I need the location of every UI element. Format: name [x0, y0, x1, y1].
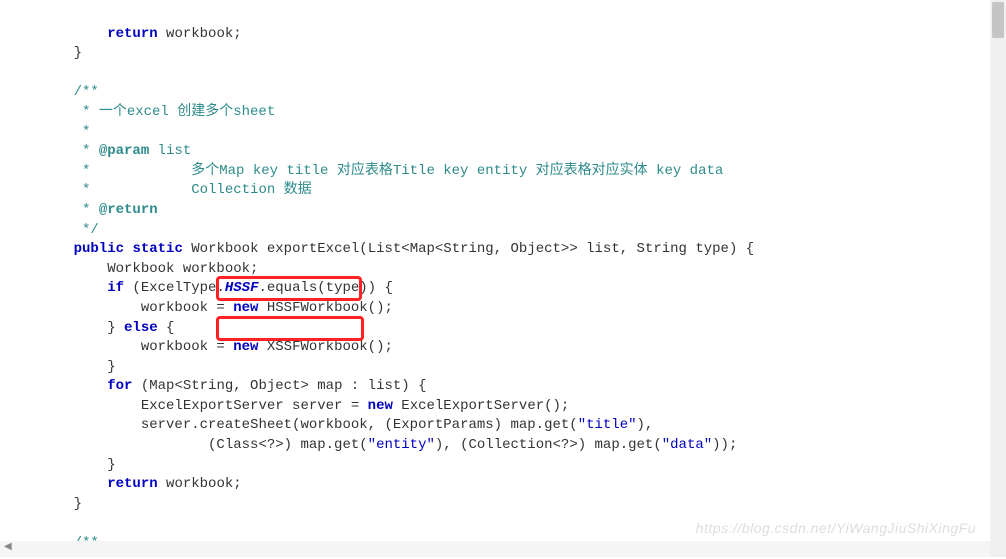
keyword-return: return	[107, 476, 157, 492]
code-line: } else {	[40, 320, 174, 336]
code-text: ),	[637, 417, 654, 433]
comment-text: *	[74, 124, 91, 140]
keyword-for: for	[107, 378, 132, 394]
code-line: (Class<?>) map.get("entity"), (Collectio…	[40, 437, 737, 453]
watermark-text: https://blog.csdn.net/YiWangJiuShiXingFu	[696, 519, 976, 539]
code-text: workbook;	[158, 476, 242, 492]
comment-line: *	[40, 124, 90, 140]
code-block: return workbook; } /** * 一个excel 创建多个she…	[0, 0, 1006, 559]
code-line: }	[40, 457, 116, 473]
code-line: ExcelExportServer server = new ExcelExpo…	[40, 398, 569, 414]
scroll-left-icon[interactable]: ◀	[4, 541, 12, 555]
code-text: (Class<?>) map.get(	[74, 437, 368, 453]
code-text: {	[158, 320, 175, 336]
comment-line: /**	[40, 84, 99, 100]
comment-line: * 多个Map key title 对应表格Title key entity 对…	[40, 163, 723, 179]
code-line: Workbook workbook;	[40, 261, 258, 277]
comment-text: list	[149, 143, 191, 159]
vertical-scrollbar[interactable]	[990, 0, 1006, 557]
code-text: server.createSheet(workbook, (ExportPara…	[74, 417, 578, 433]
comment-text: /**	[74, 84, 99, 100]
code-text: HSSFWorkbook();	[258, 300, 392, 316]
code-text: }	[74, 45, 82, 61]
code-line: workbook = new XSSFWorkbook();	[40, 339, 393, 355]
comment-text: * 一个excel 创建多个sheet	[74, 104, 276, 120]
string-literal: "entity"	[368, 437, 435, 453]
comment-text: * Collection 数据	[74, 182, 312, 198]
code-text: XSSFWorkbook();	[258, 339, 392, 355]
comment-line: * 一个excel 创建多个sheet	[40, 104, 275, 120]
code-line: if (ExcelType.HSSF.equals(type)) {	[40, 280, 393, 296]
code-line: return workbook;	[40, 476, 242, 492]
code-line: }	[40, 359, 116, 375]
code-text: Workbook exportExcel(List<Map<String, Ob…	[183, 241, 754, 257]
comment-line: * @return	[40, 202, 158, 218]
comment-line: * Collection 数据	[40, 182, 312, 198]
comment-text: */	[74, 222, 99, 238]
code-line: for (Map<String, Object> map : list) {	[40, 378, 427, 394]
horizontal-scrollbar[interactable]: ◀	[0, 541, 990, 557]
keyword-new: new	[368, 398, 393, 414]
code-text: Workbook workbook;	[74, 261, 259, 277]
static-field: HSSF	[225, 280, 259, 296]
code-line: return workbook;	[40, 26, 242, 42]
code-text: }	[74, 496, 82, 512]
code-text: workbook;	[158, 26, 242, 42]
code-line: }	[40, 496, 82, 512]
keyword-public: public	[74, 241, 124, 257]
code-text: workbook =	[74, 339, 234, 355]
code-text: ), (Collection<?>) map.get(	[435, 437, 662, 453]
code-text: }	[74, 320, 124, 336]
code-line: public static Workbook exportExcel(List<…	[40, 241, 754, 257]
comment-line: * @param list	[40, 143, 191, 159]
keyword-if: if	[107, 280, 124, 296]
comment-text: *	[74, 202, 99, 218]
code-text: ));	[712, 437, 737, 453]
code-text: (Map<String, Object> map : list) {	[132, 378, 426, 394]
code-text: }	[74, 359, 116, 375]
string-literal: "data"	[662, 437, 712, 453]
keyword-static: static	[132, 241, 182, 257]
code-line: }	[40, 45, 82, 61]
code-text: workbook =	[74, 300, 234, 316]
javadoc-tag: @param	[99, 143, 149, 159]
javadoc-tag: @return	[99, 202, 158, 218]
code-text: ExcelExportServer();	[393, 398, 569, 414]
code-text: .equals(type)) {	[258, 280, 392, 296]
string-literal: "title"	[578, 417, 637, 433]
comment-text: *	[74, 143, 99, 159]
keyword-new: new	[233, 300, 258, 316]
code-text: (ExcelType.	[124, 280, 225, 296]
comment-text: * 多个Map key title 对应表格Title key entity 对…	[74, 163, 724, 179]
keyword-new: new	[233, 339, 258, 355]
comment-line: */	[40, 222, 99, 238]
vertical-scrollbar-thumb[interactable]	[992, 2, 1004, 38]
code-text: }	[74, 457, 116, 473]
code-line: workbook = new HSSFWorkbook();	[40, 300, 393, 316]
keyword-return: return	[107, 26, 157, 42]
keyword-else: else	[124, 320, 158, 336]
code-text: ExcelExportServer server =	[74, 398, 368, 414]
code-line: server.createSheet(workbook, (ExportPara…	[40, 417, 653, 433]
